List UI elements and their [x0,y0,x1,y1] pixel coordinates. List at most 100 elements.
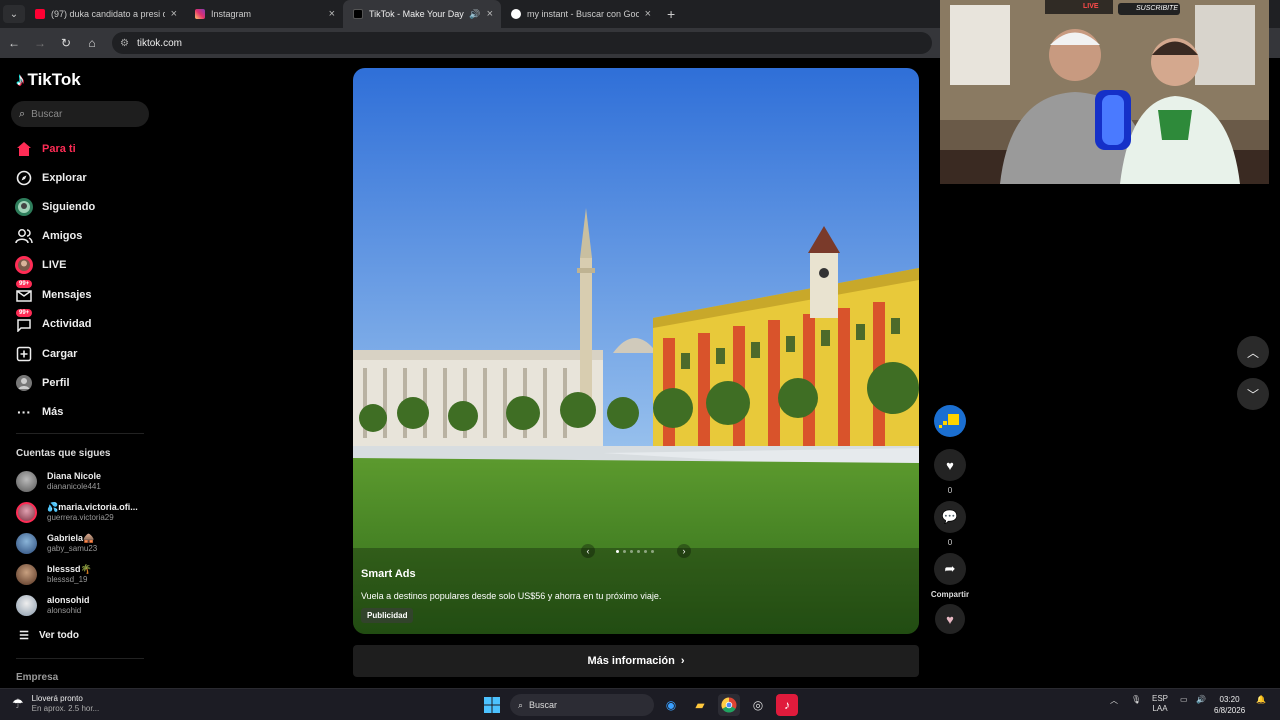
instagram-icon [195,9,205,19]
following-account[interactable]: blesssd🌴 blesssd_19 [16,560,92,588]
carousel-next-button[interactable]: › [677,544,691,558]
close-icon[interactable]: × [171,8,177,20]
carousel-dot[interactable] [644,549,647,553]
volume-icon[interactable]: 🔊 [1196,695,1206,704]
avatar [16,594,37,616]
notification-bell-icon[interactable]: 🔔 [1256,695,1266,704]
clock[interactable]: 03:20 6/8/2026 [1214,694,1245,716]
site-info-icon[interactable]: ⚙ [120,38,129,49]
chrome-icon[interactable] [718,694,740,716]
taskbar-search[interactable]: ⌕ Buscar [510,694,654,716]
url-text: tiktok.com [136,37,182,49]
nav-siguiendo[interactable]: Siguiendo [13,195,95,219]
notification-badge: 99+ [16,309,33,317]
tiktok-logo[interactable]: ♪ TikTok [16,70,81,90]
carousel-dot[interactable] [616,549,619,553]
weather-widget[interactable]: ☂ Lloverá pronto En aprox. 2.5 hor... [12,693,99,714]
company-link[interactable]: Empresa [16,672,58,683]
comment-count: 0 [947,538,953,547]
tab-search-button[interactable]: ⌄ [3,5,25,23]
reload-icon: ↻ [60,36,72,50]
tab-instagram[interactable]: Instagram × [185,0,343,28]
like-button[interactable]: ♥ [934,449,966,481]
share-button[interactable]: ➦ [934,553,966,585]
comment-icon: 💬 [941,509,959,524]
advertiser-avatar[interactable] [934,405,966,437]
file-explorer-icon[interactable]: ▰ [689,694,711,716]
nav-explorar[interactable]: Explorar [13,166,87,190]
webcam-image [940,0,1269,184]
nav-live[interactable]: LIVE [13,253,66,277]
back-button[interactable]: ← [2,31,26,55]
unread-badge: 99+ [16,280,33,288]
chevron-down-icon: ⌄ [9,8,19,20]
reload-button[interactable]: ↻ [54,31,78,55]
close-icon[interactable]: × [487,8,493,20]
nav-label: LIVE [42,259,67,271]
share-label: Compartir [930,590,970,599]
tiktok-app-icon[interactable]: ♪ [776,694,798,716]
google-icon [511,9,521,19]
nav-cargar[interactable]: Cargar [13,342,77,366]
search-icon: ⌕ [19,107,26,120]
nav-mas[interactable]: ··· Más [13,400,63,424]
share-icon: ➦ [944,561,956,576]
account-name: Diana Nicole [47,470,102,481]
see-all-button[interactable]: ☰ Ver todo [16,623,79,647]
search-input[interactable]: ⌕ Buscar [11,101,149,127]
youtube-icon [35,9,45,19]
nav-label: Cargar [42,348,78,360]
speaker-icon[interactable]: 🔊 [469,9,480,20]
network-icon[interactable]: ▭ [1180,695,1188,704]
favorite-button[interactable]: ♥ [935,604,965,634]
video-author[interactable]: Smart Ads [361,568,416,580]
tab-title: TikTok - Make Your Day [369,9,464,19]
video-player[interactable]: ‹ › Smart Ads Vuela a destinos populares… [353,68,919,634]
nav-para-ti[interactable]: Para ti [13,137,76,161]
windows-icon [484,697,500,713]
more-info-button[interactable]: Más información › [353,645,919,677]
chrome-logo [721,697,737,713]
nav-mensajes[interactable]: 99+ Mensajes [13,280,92,307]
forward-button[interactable]: → [28,31,52,55]
carousel-dot[interactable] [637,549,640,553]
edge-icon[interactable]: ◉ [660,694,682,716]
nav-actividad[interactable]: 99+ Actividad [13,309,92,336]
account-name: Gabriela🛖 [47,532,95,543]
avatar [16,470,37,492]
address-bar[interactable]: ⚙ tiktok.com [112,32,932,54]
previous-video-button[interactable]: ︿ [1237,336,1269,368]
following-account[interactable]: Gabriela🛖 gaby_samu23 [16,529,97,557]
close-icon[interactable]: × [329,8,335,20]
nav-perfil[interactable]: Perfil [13,371,70,395]
carousel-dot[interactable] [623,549,626,553]
carousel-dot[interactable] [651,549,654,553]
home-button[interactable]: ⌂ [80,31,104,55]
microphone-icon[interactable]: 🎙 [1131,695,1141,704]
close-icon[interactable]: × [645,8,651,20]
tray-expand-icon[interactable]: ︿ [1110,695,1118,706]
tab-tiktok[interactable]: TikTok - Make Your Day 🔊 × [343,0,501,28]
weather-title: Lloverá pronto [31,694,83,703]
nav-amigos[interactable]: Amigos [13,224,82,248]
language-indicator[interactable]: ESP LAA [1152,694,1168,714]
avatar [16,501,37,523]
more-info-label: Más información [587,655,675,667]
comment-button[interactable]: 💬 [934,501,966,533]
ad-badge: Publicidad [361,608,414,623]
tab-google[interactable]: my instant - Buscar con Google × [501,0,659,28]
new-tab-button[interactable]: + [667,6,675,22]
start-button[interactable] [481,694,503,716]
arrow-left-icon: ← [8,36,20,50]
following-account[interactable]: alonsohid alonsohid [16,591,90,619]
next-video-button[interactable]: ﹀ [1237,378,1269,410]
account-name: 💦maria.victoria.ofi... [47,501,138,512]
friends-icon [13,226,35,246]
following-account[interactable]: 💦maria.victoria.ofi... guerrera.victoria2… [16,498,138,526]
following-account[interactable]: Diana Nicole diananicole441 [16,467,101,495]
carousel-dot[interactable] [630,549,633,553]
account-username: blesssd_19 [47,574,88,584]
tab-youtube[interactable]: (97) duka candidato a presi de × [25,0,185,28]
obs-icon[interactable]: ◎ [747,694,769,716]
nav-label: Actividad [42,318,92,330]
